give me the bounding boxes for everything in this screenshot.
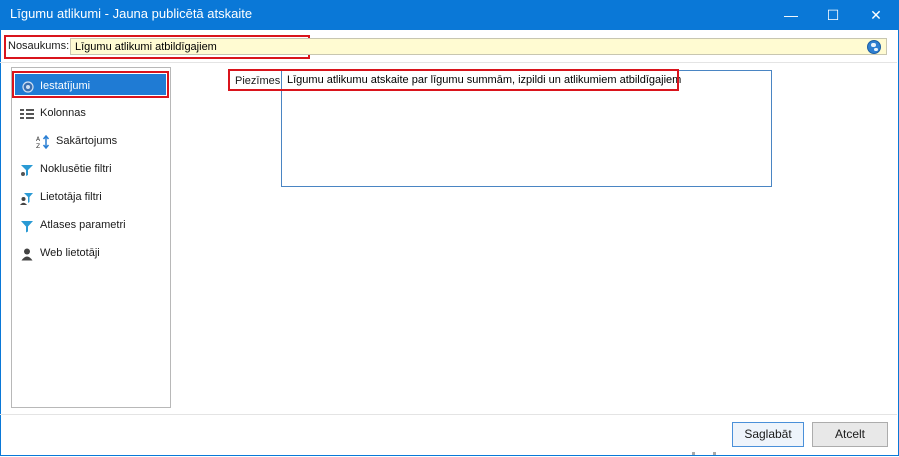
sidebar-item-web-lietotaji[interactable]: Web lietotāji [12, 241, 170, 267]
close-button[interactable]: ✕ [855, 0, 897, 30]
footer-divider [0, 414, 897, 415]
save-button[interactable]: Saglabāt [732, 422, 804, 447]
user-filter-icon [20, 193, 33, 205]
sidebar-item-label: Web lietotāji [40, 247, 100, 259]
divider [0, 62, 897, 63]
window-title: Līgumu atlikumi - Jauna publicētā atskai… [10, 6, 253, 21]
sidebar: Iestatījumi Kolonnas A Z Sakārtojums Nok… [11, 67, 171, 408]
sidebar-item-sakartojums[interactable]: A Z Sakārtojums [12, 129, 170, 155]
name-label: Nosaukums: [8, 40, 70, 52]
web-user-icon [21, 248, 33, 261]
sidebar-item-lietotaja-filtri[interactable]: Lietotāja filtri [12, 185, 170, 211]
resize-grip [713, 452, 716, 455]
cancel-button[interactable]: Atcelt [812, 422, 888, 447]
sidebar-item-label: Kolonnas [40, 107, 86, 119]
sort-az-icon: A Z [36, 135, 50, 149]
settings-gear-icon [22, 81, 34, 93]
sidebar-item-atlases-parametri[interactable]: Atlases parametri [12, 213, 170, 239]
svg-text:Z: Z [36, 143, 40, 149]
sidebar-item-label: Sakārtojums [56, 135, 118, 147]
default-filter-icon [21, 165, 33, 176]
minimize-button[interactable]: — [770, 0, 812, 30]
columns-list-icon [20, 109, 34, 119]
resize-grip [692, 452, 695, 455]
highlight-frame [228, 69, 679, 91]
highlight-frame [12, 71, 169, 98]
name-row: Nosaukums: [4, 35, 887, 59]
title-bar: Līgumu atlikumi - Jauna publicētā atskai… [0, 0, 899, 30]
selection-filter-icon [21, 221, 33, 233]
sidebar-item-label: Lietotāja filtri [40, 191, 102, 203]
sidebar-item-kolonnas[interactable]: Kolonnas [12, 101, 170, 127]
sidebar-item-label: Noklusētie filtri [40, 163, 112, 175]
sidebar-item-label: Atlases parametri [40, 219, 126, 231]
maximize-button[interactable]: ☐ [812, 0, 854, 30]
sidebar-item-label: Iestatījumi [40, 80, 91, 92]
globe-icon[interactable] [867, 40, 881, 54]
sidebar-item-noklusetie-filtri[interactable]: Noklusētie filtri [12, 157, 170, 183]
svg-text:A: A [36, 136, 41, 143]
name-input[interactable] [70, 38, 887, 55]
